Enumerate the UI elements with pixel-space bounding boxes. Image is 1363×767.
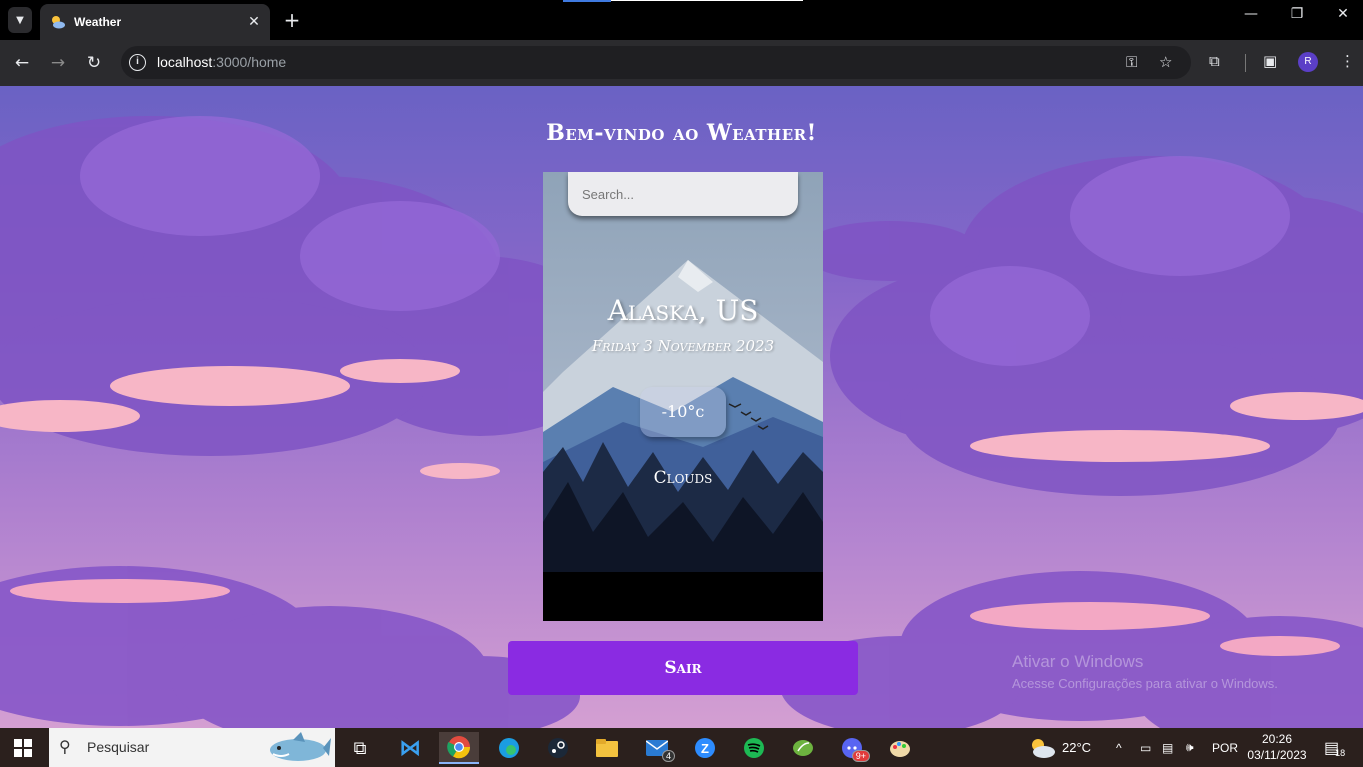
- clock-date: 03/11/2023: [1247, 748, 1307, 762]
- key-icon[interactable]: ⚿: [1126, 53, 1137, 71]
- taskbar-weather-temp: 22°C: [1062, 740, 1092, 755]
- notification-center-icon[interactable]: ▤ 18: [1324, 728, 1345, 767]
- url-text[interactable]: localhost:3000/home: [157, 54, 286, 70]
- profile-avatar[interactable]: R: [1298, 52, 1318, 72]
- minimize-icon[interactable]: —: [1228, 6, 1274, 22]
- windows-start-icon[interactable]: [14, 739, 32, 757]
- current-date: Friday 3 November 2023: [591, 337, 775, 355]
- meet-now-icon[interactable]: ▭: [1140, 728, 1151, 767]
- url-host: localhost: [157, 54, 213, 70]
- weather-condition: Clouds: [653, 468, 713, 488]
- mail-icon[interactable]: 4: [637, 732, 677, 764]
- discord-icon[interactable]: 9+: [832, 732, 872, 764]
- svg-text:Z: Z: [701, 741, 709, 756]
- steam-icon[interactable]: [538, 732, 578, 764]
- reload-icon[interactable]: ↻: [81, 50, 107, 76]
- taskbar-clock[interactable]: 20:26 03/11/2023: [1240, 731, 1314, 763]
- partly-cloudy-icon: [1032, 738, 1055, 758]
- spotify-icon[interactable]: [734, 732, 774, 764]
- taskbar-search-label: Pesquisar: [87, 739, 150, 755]
- page-viewport: Bem-vindo ao Weather! Search... Alaska, …: [0, 86, 1363, 728]
- spring-tools-icon[interactable]: [783, 732, 823, 764]
- windows-activation-watermark: Ativar o Windows Acesse Configurações pa…: [1012, 652, 1278, 691]
- extensions-icon[interactable]: ⧉: [1209, 52, 1220, 70]
- taskbar-search-box[interactable]: ⚲ Pesquisar: [49, 728, 335, 767]
- tab-title: Weather: [74, 15, 122, 29]
- windows-taskbar: ⚲ Pesquisar ⧉ ⋈ 4 Z 9+ 22°C ^ ▭ ▤ 🕪 POR …: [0, 728, 1363, 767]
- notification-count: 18: [1335, 747, 1346, 758]
- restore-icon[interactable]: ❐: [1274, 6, 1320, 22]
- forward-icon[interactable]: →: [45, 50, 71, 76]
- menu-icon[interactable]: ⋮: [1340, 52, 1355, 70]
- show-hidden-icons-icon[interactable]: ^: [1116, 728, 1122, 767]
- browser-tab-bar: ▼ Weather ✕ + — ❐ ✕: [0, 0, 1363, 40]
- network-icon[interactable]: ▤: [1162, 728, 1173, 767]
- page-title: Bem-vindo ao Weather!: [546, 120, 817, 146]
- mail-badge: 4: [661, 750, 675, 762]
- url-path: :3000/home: [212, 54, 287, 70]
- tab-search-button[interactable]: ▼: [8, 7, 32, 33]
- zoom-icon[interactable]: Z: [685, 732, 725, 764]
- weather-favicon-icon: [52, 16, 65, 29]
- language-indicator[interactable]: POR: [1212, 728, 1238, 767]
- volume-icon[interactable]: 🕪: [1186, 728, 1194, 767]
- task-view-icon[interactable]: ⧉: [340, 732, 380, 764]
- tab-close-icon[interactable]: ✕: [244, 14, 264, 30]
- search-highlight-icon: [270, 732, 331, 761]
- logout-button[interactable]: Sair: [508, 641, 858, 695]
- browser-toolbar: ← → ↻ i localhost:3000/home ⚿ ☆ ⧉ ▣ R ⋮: [0, 40, 1363, 86]
- discord-badge: 9+: [851, 750, 870, 762]
- chrome-icon[interactable]: [439, 732, 479, 764]
- browser-tab-weather[interactable]: Weather ✕: [40, 4, 270, 40]
- temperature-badge: -10°c: [640, 387, 726, 437]
- clock-time: 20:26: [1261, 732, 1293, 746]
- weather-widget[interactable]: 22°C: [1028, 728, 1091, 767]
- file-explorer-icon[interactable]: [587, 732, 627, 764]
- paint-icon[interactable]: [880, 732, 920, 764]
- address-bar[interactable]: i localhost:3000/home ⚿ ☆: [121, 46, 1191, 79]
- edge-icon[interactable]: [489, 732, 529, 764]
- location-name: Alaska, US: [607, 294, 759, 327]
- side-panel-icon[interactable]: ▣: [1263, 52, 1277, 70]
- site-info-icon[interactable]: i: [129, 54, 146, 71]
- weather-card: Alaska, US Friday 3 November 2023 -10°c …: [543, 172, 823, 621]
- watermark-subtitle: Acesse Configurações para ativar o Windo…: [1012, 676, 1278, 691]
- new-tab-icon[interactable]: +: [282, 8, 302, 32]
- back-icon[interactable]: ←: [9, 50, 35, 76]
- close-window-icon[interactable]: ✕: [1320, 6, 1363, 22]
- toolbar-divider: [1245, 54, 1246, 72]
- search-input[interactable]: [568, 172, 798, 216]
- search-icon: ⚲: [59, 737, 71, 756]
- loading-indicator: [563, 0, 803, 2]
- vscode-icon[interactable]: ⋈: [390, 732, 430, 764]
- bookmark-star-icon[interactable]: ☆: [1159, 53, 1172, 71]
- watermark-title: Ativar o Windows: [1012, 652, 1144, 671]
